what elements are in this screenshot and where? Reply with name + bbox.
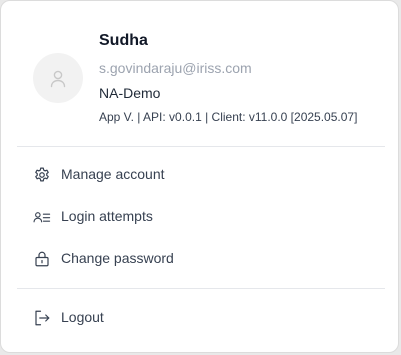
user-name: Sudha [99,32,148,49]
divider [17,288,385,289]
lock-icon [33,250,51,268]
account-menu-panel: Sudha s.govindaraju@iriss.com NA-Demo Ap… [0,0,399,353]
version-info: App V. | API: v0.0.1 | Client: v11.0.0 [… [99,110,358,124]
manage-account-label: Manage account [61,166,165,182]
gear-icon [33,166,51,184]
login-attempts-label: Login attempts [61,208,153,224]
logout-label: Logout [61,309,104,325]
logout-item[interactable]: Logout [17,300,385,336]
login-attempts-item[interactable]: Login attempts [17,199,385,235]
user-list-icon [33,208,51,226]
manage-account-item[interactable]: Manage account [17,157,385,193]
divider [17,146,385,147]
change-password-label: Change password [61,250,174,266]
organization-name: NA-Demo [99,85,161,101]
user-avatar-icon [48,68,68,88]
avatar [33,53,83,103]
user-email: s.govindaraju@iriss.com [99,60,252,76]
change-password-item[interactable]: Change password [17,241,385,277]
logout-icon [33,309,51,327]
